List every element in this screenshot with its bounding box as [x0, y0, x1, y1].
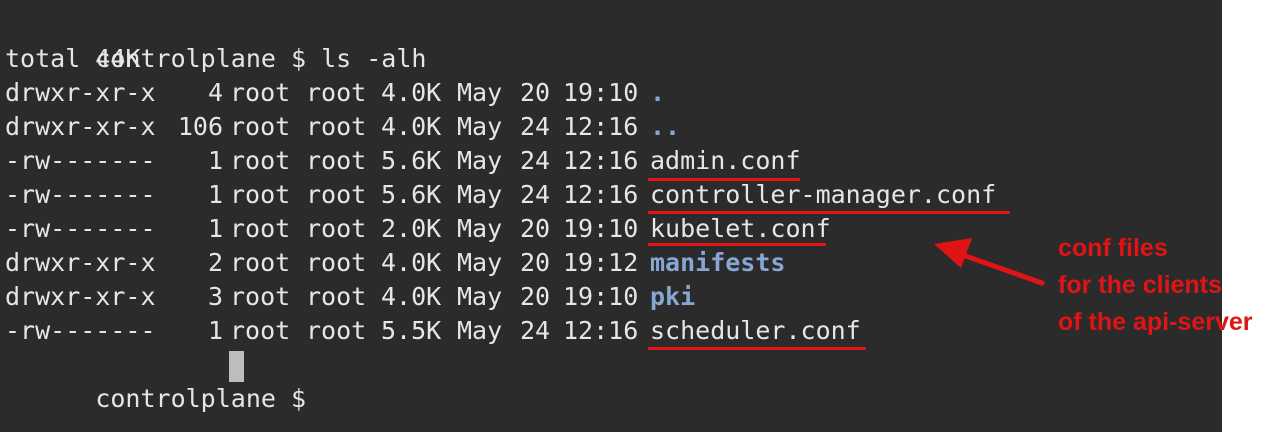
annotation-line: conf files	[1058, 234, 1168, 262]
annotation-arrow-icon	[934, 238, 1045, 286]
screenshot: controlplane $ ls -alh total 44K drwxr-x…	[0, 0, 1288, 432]
annotation-line: of the api-server	[1058, 308, 1253, 336]
annotation-text: conf files for the clients of the api-se…	[1058, 230, 1253, 341]
annotation-line: for the clients	[1058, 271, 1222, 299]
